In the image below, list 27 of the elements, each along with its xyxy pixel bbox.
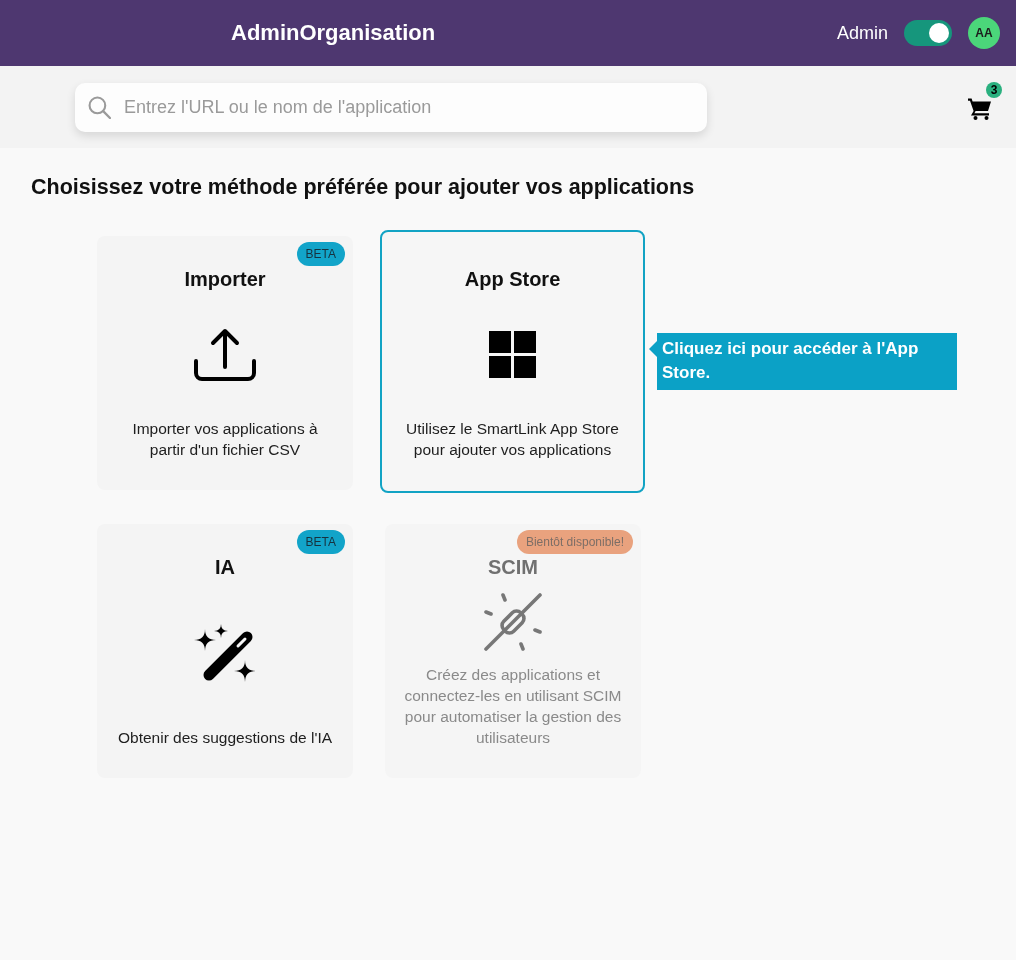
section-heading: Choisissez votre méthode préférée pour ajouter vos applications [31,175,695,199]
method-card[interactable]: App Store Utilisez le SmartLink App Store pour ajouter vos applications [380,230,645,493]
card-description: Importer vos applications à partir d'un fichier CSV [131,419,319,460]
card-description: Créez des applications et connectez-les en utilisant SCIM pour automatiser la gestion des utilisateurs [403,665,623,748]
grid-icon [489,331,536,378]
method-card[interactable]: BETA IA Obtenir des suggestions de l'IA [97,524,353,778]
admin-toggle[interactable] [904,20,952,46]
organisation-title: AdminOrganisation [231,20,436,46]
card-description: Utilisez le SmartLink App Store pour ajouter vos applications [405,419,620,460]
avatar[interactable]: AA [968,17,1000,49]
status-badge: Bientôt disponible! [516,530,633,554]
card-title: SCIM [488,556,538,579]
method-card[interactable]: BETA Importer Importer vos applications à partir d'un fichier CSV [97,236,353,490]
plug-icon [484,592,542,651]
cart-icon[interactable] [968,96,992,120]
upload-icon [193,326,257,383]
search-icon [88,95,111,119]
status-badge: BETA [296,530,345,554]
admin-label: Admin [836,22,888,44]
card-title: IA [215,556,235,579]
search-field[interactable]: Entrez l'URL ou le nom de l'application [75,82,707,132]
card-description: Obtenir des suggestions de l'IA [117,728,333,748]
status-badge: BETA [296,242,345,266]
cart-count-badge: 3 [986,81,1002,98]
card-title: Importer [184,268,266,291]
tooltip: Cliquez ici pour accéder à l'App Store. [649,333,957,390]
card-title: App Store [464,268,561,291]
